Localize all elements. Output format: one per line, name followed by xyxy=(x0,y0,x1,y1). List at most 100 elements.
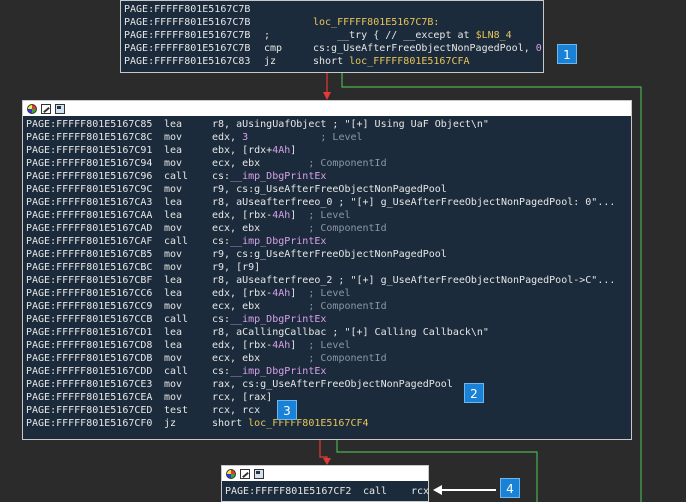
asm-line[interactable]: PAGE:FFFFF801E5167CBF lea r8, aUseafterfre… xyxy=(26,274,615,287)
asm-address[interactable]: PAGE:FFFFF801E5167CD1 xyxy=(26,327,152,338)
asm-operand-token[interactable]: loc_FFFFF801E5167CF4 xyxy=(248,418,368,429)
asm-mnemonic: mov xyxy=(164,262,183,273)
asm-line[interactable]: PAGE:FFFFF801E5167CC9 mov ecx, ebx ; Compo… xyxy=(26,300,387,313)
asm-line[interactable]: PAGE:FFFFF801E5167C94 mov ecx, ebx ; Compo… xyxy=(26,157,387,170)
code-block-1[interactable]: PAGE:FFFFF801E5167C7B PAGE:FFFFF801E5167C… xyxy=(120,0,544,73)
asm-line[interactable]: PAGE:FFFFF801E5167C85 lea r8, aUsingUafObj… xyxy=(26,118,489,131)
asm-line[interactable]: PAGE:FFFFF801E5167C91 lea ebx, [rdx+4Ah] xyxy=(26,144,296,157)
rename-icon[interactable] xyxy=(41,103,51,114)
asm-operands: r9, [r9] xyxy=(212,261,260,274)
asm-operands: cs:__imp_DbgPrintEx xyxy=(212,313,326,326)
asm-operands: r8, aCallingCallbac ; "[+] Calling Callb… xyxy=(212,326,489,339)
asm-address[interactable]: PAGE:FFFFF801E5167CBF xyxy=(26,275,152,286)
asm-address[interactable]: PAGE:FFFFF801E5167CAF xyxy=(26,236,152,247)
graph-icon[interactable] xyxy=(55,103,65,114)
asm-line[interactable]: PAGE:FFFFF801E5167C7B cmp cs:g_UseAfterFre… xyxy=(124,42,542,55)
asm-operand-token: r9, cs:g_UseAfterFreeObjectNonPagedPool xyxy=(212,184,447,195)
asm-address[interactable]: PAGE:FFFFF801E5167C85 xyxy=(26,119,152,130)
asm-mnemonic: mov xyxy=(164,223,183,234)
asm-operand-token[interactable]: 4Ah xyxy=(272,145,290,156)
asm-address[interactable]: PAGE:FFFFF801E5167C91 xyxy=(26,145,152,156)
asm-line[interactable]: PAGE:FFFFF801E5167CDB mov ecx, ebx ; Compo… xyxy=(26,352,387,365)
asm-line[interactable]: PAGE:FFFFF801E5167CDD call cs:__imp_DbgPri… xyxy=(26,365,326,378)
asm-line[interactable]: PAGE:FFFFF801E5167CEA mov rcx, [rax] xyxy=(26,391,272,404)
asm-line[interactable]: PAGE:FFFFF801E5167CAA lea edx, [rbx-4Ah] ;… xyxy=(26,209,351,222)
asm-operand-token[interactable]: __imp_DbgPrintEx xyxy=(230,171,326,182)
asm-operand-token[interactable]: $LN8_4 xyxy=(476,30,512,41)
asm-address[interactable]: PAGE:FFFFF801E5167CB5 xyxy=(26,249,152,260)
graph-icon[interactable] xyxy=(254,468,264,479)
rename-icon[interactable] xyxy=(240,468,250,479)
asm-address[interactable]: PAGE:FFFFF801E5167C8C xyxy=(26,132,152,143)
asm-line[interactable]: PAGE:FFFFF801E5167CED test rcx, rcx xyxy=(26,404,260,417)
asm-address[interactable]: PAGE:FFFFF801E5167CF0 xyxy=(26,418,152,429)
asm-address[interactable]: PAGE:FFFFF801E5167CE3 xyxy=(26,379,152,390)
asm-line[interactable]: PAGE:FFFFF801E5167CD1 lea r8, aCallingCall… xyxy=(26,326,489,339)
asm-line[interactable]: PAGE:FFFFF801E5167CAD mov ecx, ebx ; Compo… xyxy=(26,222,387,235)
asm-address[interactable]: PAGE:FFFFF801E5167C9C xyxy=(26,184,152,195)
asm-mnemonic: jz xyxy=(164,418,177,429)
asm-operands: r8, aUseafterfreeo_0 ; "[+] g_UseAfterFr… xyxy=(212,196,615,209)
palette-icon[interactable] xyxy=(226,468,236,479)
asm-operands: edx, 3 ; Level xyxy=(212,131,363,144)
asm-address[interactable]: PAGE:FFFFF801E5167CC9 xyxy=(26,301,152,312)
asm-operand-token[interactable]: loc_FFFFF801E5167CFA xyxy=(349,56,469,67)
asm-operand-token[interactable]: __imp_DbgPrintEx xyxy=(230,366,326,377)
code-block-2[interactable]: PAGE:FFFFF801E5167C85 lea r8, aUsingUafObj… xyxy=(22,100,632,440)
asm-line[interactable]: PAGE:FFFFF801E5167C7B xyxy=(124,3,250,16)
asm-address[interactable]: PAGE:FFFFF801E5167C96 xyxy=(26,171,152,182)
asm-operands: r8, aUseafterfreeo_2 ; "[+] g_UseAfterFr… xyxy=(212,274,615,287)
asm-line[interactable]: PAGE:FFFFF801E5167CB5 mov r9, cs:g_UseAfte… xyxy=(26,248,447,261)
asm-operand-token[interactable]: 4Ah xyxy=(272,210,290,221)
code-block-3[interactable]: PAGE:FFFFF801E5167CF2 call rcx xyxy=(221,465,429,502)
asm-address[interactable]: PAGE:FFFFF801E5167C7B xyxy=(124,4,250,15)
asm-line[interactable]: PAGE:FFFFF801E5167CF2 call rcx xyxy=(225,485,429,498)
asm-line[interactable]: PAGE:FFFFF801E5167CF0 jz short loc_FFFFF80… xyxy=(26,417,369,430)
asm-line[interactable]: PAGE:FFFFF801E5167C8C mov edx, 3 ; Level xyxy=(26,131,363,144)
asm-address[interactable]: PAGE:FFFFF801E5167CA3 xyxy=(26,197,152,208)
asm-address[interactable]: PAGE:FFFFF801E5167CCB xyxy=(26,314,152,325)
asm-operand-token[interactable]: loc_FFFFF801E5167C7B: xyxy=(313,17,439,28)
asm-address[interactable]: PAGE:FFFFF801E5167CDB xyxy=(26,353,152,364)
asm-operand-token[interactable]: __imp_DbgPrintEx xyxy=(230,236,326,247)
asm-line[interactable]: PAGE:FFFFF801E5167CA3 lea r8, aUseafterfre… xyxy=(26,196,615,209)
asm-operand-token[interactable]: 4Ah xyxy=(272,288,290,299)
asm-address[interactable]: PAGE:FFFFF801E5167CED xyxy=(26,405,152,416)
asm-address[interactable]: PAGE:FFFFF801E5167CAD xyxy=(26,223,152,234)
asm-operands: r8, aUsingUafObject ; "[+] Using UaF Obj… xyxy=(212,118,489,131)
asm-address[interactable]: PAGE:FFFFF801E5167CC6 xyxy=(26,288,152,299)
asm-address[interactable]: PAGE:FFFFF801E5167C7B xyxy=(124,17,250,28)
asm-line[interactable]: PAGE:FFFFF801E5167C7B; __try { // __exce… xyxy=(124,29,512,42)
asm-address[interactable]: PAGE:FFFFF801E5167CBC xyxy=(26,262,152,273)
asm-line[interactable]: PAGE:FFFFF801E5167CAF call cs:__imp_DbgPri… xyxy=(26,235,326,248)
asm-mnemonic: lea xyxy=(164,327,183,338)
asm-operand-token: ecx, ebx xyxy=(212,301,261,312)
asm-address[interactable]: PAGE:FFFFF801E5167C7B xyxy=(124,30,250,41)
asm-line[interactable]: PAGE:FFFFF801E5167CD8 lea edx, [rbx-4Ah] ;… xyxy=(26,339,351,352)
asm-line[interactable]: PAGE:FFFFF801E5167CBC mov r9, [r9] xyxy=(26,261,260,274)
asm-line[interactable]: PAGE:FFFFF801E5167C96 call cs:__imp_DbgPri… xyxy=(26,170,326,183)
asm-line[interactable]: PAGE:FFFFF801E5167C9C mov r9, cs:g_UseAfte… xyxy=(26,183,447,196)
asm-operand-token: ; ComponentId xyxy=(260,223,387,234)
asm-line[interactable]: PAGE:FFFFF801E5167CCB call cs:__imp_DbgPri… xyxy=(26,313,326,326)
asm-address[interactable]: PAGE:FFFFF801E5167CDD xyxy=(26,366,152,377)
asm-address[interactable]: PAGE:FFFFF801E5167CF2 xyxy=(225,486,351,497)
asm-line[interactable]: PAGE:FFFFF801E5167CE3 mov rax, cs:g_UseAft… xyxy=(26,378,453,391)
asm-operand-token: cs: xyxy=(212,236,231,247)
asm-operand-token[interactable]: 0 xyxy=(536,43,542,54)
asm-address[interactable]: PAGE:FFFFF801E5167C83 xyxy=(124,56,250,67)
asm-line[interactable]: PAGE:FFFFF801E5167C83 jz short loc_FFFFF80… xyxy=(124,55,470,68)
asm-line[interactable]: PAGE:FFFFF801E5167C7B loc_FFFFF801E5167C7… xyxy=(124,16,439,29)
palette-icon[interactable] xyxy=(27,103,37,114)
asm-address[interactable]: PAGE:FFFFF801E5167CD8 xyxy=(26,340,152,351)
asm-operand-token: r8, aUsingUafObject ; "[+] Using UaF Obj… xyxy=(212,119,489,130)
asm-address[interactable]: PAGE:FFFFF801E5167CAA xyxy=(26,210,152,221)
asm-operand-token[interactable]: __imp_DbgPrintEx xyxy=(230,314,326,325)
asm-operands: cs:__imp_DbgPrintEx xyxy=(212,235,326,248)
asm-operands: ecx, ebx ; ComponentId xyxy=(212,352,387,365)
asm-address[interactable]: PAGE:FFFFF801E5167CEA xyxy=(26,392,152,403)
asm-line[interactable]: PAGE:FFFFF801E5167CC6 lea edx, [rbx-4Ah] ;… xyxy=(26,287,351,300)
asm-operand-token[interactable]: 4Ah xyxy=(272,340,290,351)
asm-address[interactable]: PAGE:FFFFF801E5167C7B xyxy=(124,43,250,54)
asm-address[interactable]: PAGE:FFFFF801E5167C94 xyxy=(26,158,152,169)
